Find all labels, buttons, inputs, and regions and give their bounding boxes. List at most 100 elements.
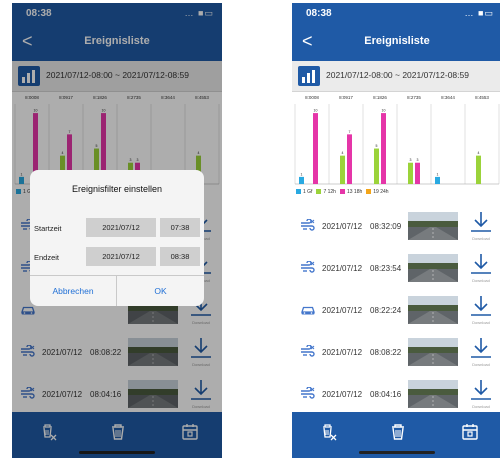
status-time: 08:38 xyxy=(306,8,332,19)
home-indicator xyxy=(359,451,435,454)
event-time: 08:23:54 xyxy=(370,264,402,273)
download-button[interactable]: Download xyxy=(466,377,496,411)
legend-label: 7 12h xyxy=(323,189,336,195)
end-time-label: Endzeit xyxy=(34,253,60,262)
chart-bar xyxy=(408,162,413,184)
event-list: 2021/07/12 08:32:09 Download 2021/07/12 08:2… xyxy=(292,206,500,412)
chart-bar xyxy=(476,155,481,184)
legend-label: 19 24h xyxy=(373,189,389,195)
event-row[interactable]: 2021/07/12 08:23:54 Download xyxy=(292,248,500,291)
wind-icon xyxy=(300,218,316,233)
x-tick-label: 8:0008 xyxy=(305,95,319,100)
bar-value-label: 4 xyxy=(342,151,344,155)
download-button[interactable]: Download xyxy=(466,251,496,285)
event-chart: 8:0008 8:0917 8:1826 8:2735 8:3644 8:4553 1 10 4… xyxy=(292,92,500,204)
event-filter-dialog: Ereignisfilter einstellen Startzeit 2021/0… xyxy=(30,170,204,306)
legend-swatch xyxy=(316,189,322,195)
bar-value-label: 10 xyxy=(382,109,386,113)
ok-button[interactable]: OK xyxy=(117,276,204,306)
video-thumbnail[interactable] xyxy=(408,338,458,366)
download-button[interactable]: Download xyxy=(466,209,496,243)
chart-bar xyxy=(299,176,304,184)
signal-wifi-battery-icon: … ■▭ xyxy=(464,8,494,18)
download-caption: Download xyxy=(472,320,490,325)
chart-bar xyxy=(347,134,352,184)
car-icon xyxy=(300,303,316,317)
dialog-buttons: Abbrechen OK xyxy=(30,275,204,306)
end-time-field[interactable]: 08:38 xyxy=(160,247,200,266)
legend-label: 1 Gf xyxy=(303,189,313,195)
wind-icon xyxy=(300,344,316,359)
legend-label: 13 18h xyxy=(346,189,363,195)
legend-item: 19 24h xyxy=(366,189,389,195)
event-time: 08:04:16 xyxy=(370,390,402,399)
legend-swatch xyxy=(296,189,301,195)
bar-value-label: 1 xyxy=(301,172,303,176)
event-date: 2021/07/12 xyxy=(322,222,363,231)
event-row[interactable]: 2021/07/12 08:04:16 Download xyxy=(292,374,500,412)
download-caption: Download xyxy=(472,236,490,241)
chart-bar xyxy=(381,113,386,184)
download-caption: Download xyxy=(472,278,490,283)
legend-swatch xyxy=(366,189,372,195)
event-time: 08:32:09 xyxy=(370,222,402,231)
end-date-field[interactable]: 2021/07/12 xyxy=(86,247,156,266)
event-datetime: 2021/07/12 08:22:24 xyxy=(322,306,401,315)
start-time-label: Startzeit xyxy=(34,224,62,233)
bar-value-label: 1 xyxy=(437,172,439,176)
chart-legend: 1 Gf 7 12h 13 18h 19 24h xyxy=(296,189,496,199)
chart-bar xyxy=(415,162,420,184)
event-date: 2021/07/12 xyxy=(322,264,363,273)
chart-bar xyxy=(374,148,379,184)
page-title: Ereignisliste xyxy=(364,35,430,47)
legend-item: 1 Gf xyxy=(296,189,312,195)
video-thumbnail[interactable] xyxy=(408,212,458,240)
event-datetime: 2021/07/12 08:32:09 xyxy=(322,222,401,231)
bar-chart-icon[interactable] xyxy=(298,66,320,86)
x-tick-label: 8:0917 xyxy=(339,95,353,100)
event-row[interactable]: 2021/07/12 08:08:22 Download xyxy=(292,332,500,375)
chart-bar xyxy=(340,155,345,184)
x-tick-label: 8:2735 xyxy=(407,95,421,100)
bar-value-label: 10 xyxy=(314,109,318,113)
cancel-button[interactable]: Abbrechen xyxy=(30,276,116,306)
status-bar: 08:38 … ■▭ xyxy=(292,3,500,25)
trash-icon[interactable] xyxy=(388,422,408,442)
bar-value-label: 4 xyxy=(478,151,480,155)
nav-bar: < Ereignisliste xyxy=(292,25,500,61)
wind-icon xyxy=(300,260,316,275)
legend-item: 13 18h xyxy=(339,189,363,195)
delete-selected-icon[interactable] xyxy=(319,422,339,442)
download-caption: Download xyxy=(472,362,490,367)
date-range-text: 2021/07/12-08:00 ~ 2021/07/12-08:59 xyxy=(326,70,469,80)
event-datetime: 2021/07/12 08:23:54 xyxy=(322,264,401,273)
legend-swatch xyxy=(339,189,345,195)
video-thumbnail[interactable] xyxy=(408,380,458,408)
x-tick-label: 8:3644 xyxy=(441,95,455,100)
bar-value-label: 5 xyxy=(376,144,378,148)
event-row[interactable]: 2021/07/12 08:32:09 Download xyxy=(292,206,500,249)
date-range-row[interactable]: 2021/07/12-08:00 ~ 2021/07/12-08:59 xyxy=(292,61,500,92)
legend-item: 7 12h xyxy=(316,189,336,195)
download-button[interactable]: Download xyxy=(466,293,496,327)
right-phone-screen: 08:38 … ■▭ < Ereignisliste 2021/07/12-08:00 … xyxy=(292,3,500,458)
calendar-icon[interactable] xyxy=(460,422,480,442)
bar-value-label: 7 xyxy=(349,130,351,134)
download-caption: Download xyxy=(472,404,490,409)
event-datetime: 2021/07/12 08:08:22 xyxy=(322,348,401,357)
start-date-field[interactable]: 2021/07/12 xyxy=(86,218,156,237)
x-tick-label: 8:4553 xyxy=(475,95,489,100)
chart-bar xyxy=(313,113,318,184)
event-row[interactable]: 2021/07/12 08:22:24 Download xyxy=(292,290,500,333)
event-date: 2021/07/12 xyxy=(322,348,363,357)
event-date: 2021/07/12 xyxy=(322,390,363,399)
video-thumbnail[interactable] xyxy=(408,296,458,324)
wind-icon xyxy=(300,386,316,401)
video-thumbnail[interactable] xyxy=(408,254,458,282)
event-date: 2021/07/12 xyxy=(322,306,363,315)
start-time-field[interactable]: 07:38 xyxy=(160,218,200,237)
bar-value-label: 3 xyxy=(410,158,412,162)
dialog-title: Ereignisfilter einstellen xyxy=(71,184,163,194)
download-button[interactable]: Download xyxy=(466,335,496,369)
event-datetime: 2021/07/12 08:04:16 xyxy=(322,390,401,399)
